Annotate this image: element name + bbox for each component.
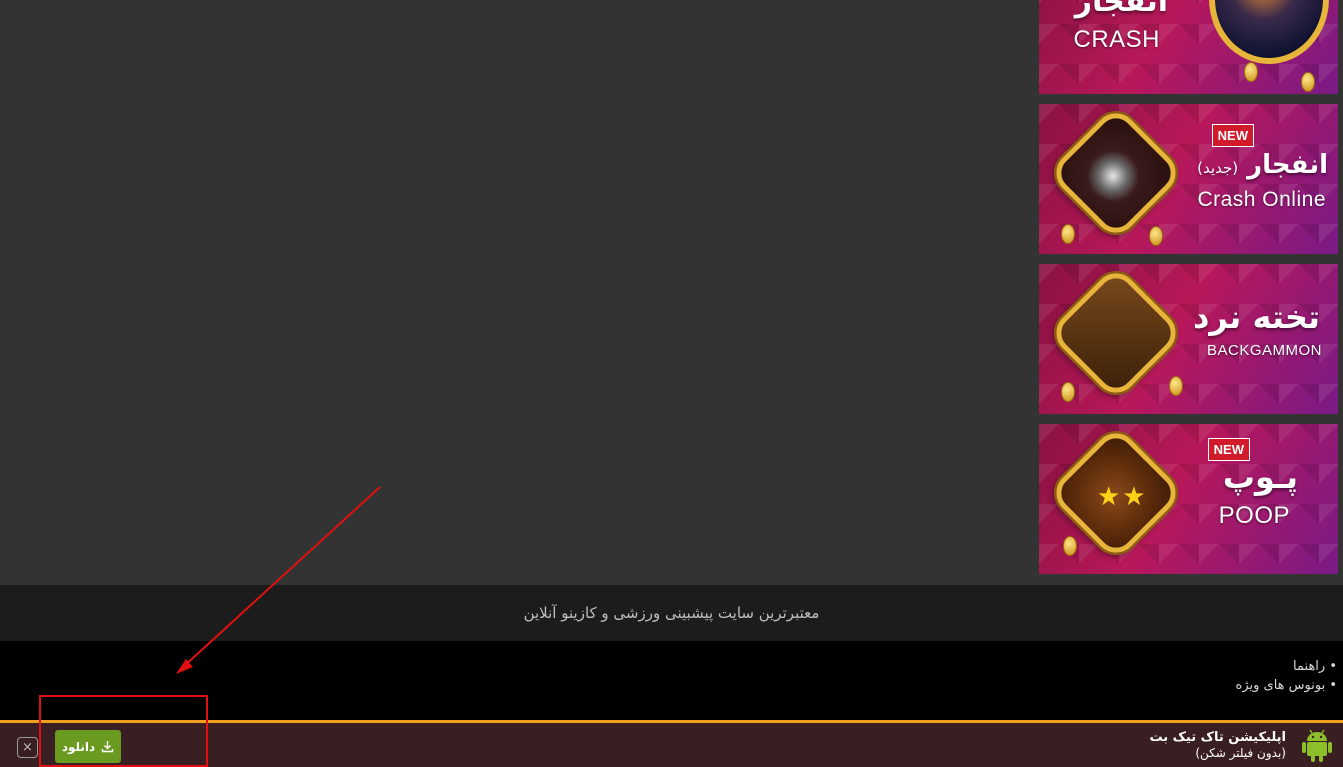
- new-badge: NEW: [1211, 124, 1254, 147]
- android-icon: [1302, 729, 1332, 762]
- star-eyes-icon: ★★: [1097, 482, 1148, 512]
- banner-subtitle-fa: (جدید): [1197, 159, 1239, 177]
- game-banner-crash-online[interactable]: NEW انفجار (جدید) Crash Online: [1039, 104, 1338, 254]
- footer-link-guide[interactable]: • راهنما: [1236, 657, 1337, 676]
- banner-title-fa: تخته نرد: [1192, 298, 1320, 336]
- banner-title-en: BACKGAMMON: [1206, 342, 1322, 359]
- banner-title-en: Crash Online: [1197, 188, 1326, 211]
- footer-links: • راهنما • بونوس های ویژه: [1236, 657, 1337, 695]
- footer-tagline: معتبرترین سایت پیشبینی ورزشی و کازینو آن…: [523, 604, 820, 622]
- banner-title-fa: انفجار (جدید): [1197, 150, 1328, 180]
- coin-icon: [1063, 536, 1077, 556]
- coin-icon: [1061, 224, 1075, 244]
- game-banner-crash[interactable]: انفجار CRASH: [1039, 0, 1338, 94]
- app-info: اپلیکیشن تاک تیک بت (بدون فیلتر شکن): [1149, 730, 1286, 761]
- app-title: اپلیکیشن تاک تیک بت: [1149, 730, 1286, 745]
- bomb-icon: [1209, 0, 1329, 64]
- banner-title-en: CRASH: [1073, 26, 1160, 53]
- footer-links-section: • راهنما • بونوس های ویژه: [0, 641, 1343, 720]
- download-button[interactable]: دانلود: [55, 730, 121, 763]
- download-label: دانلود: [61, 739, 96, 754]
- coin-icon: [1061, 382, 1075, 402]
- app-subtitle: (بدون فیلتر شکن): [1195, 746, 1286, 760]
- game-banner-poop[interactable]: ★★ NEW پـوپ POOP: [1039, 424, 1338, 574]
- download-icon: [101, 741, 114, 753]
- banner-title-en: POOP: [1218, 502, 1290, 529]
- coin-icon: [1301, 72, 1315, 92]
- footer-tagline-bar: معتبرترین سایت پیشبینی ورزشی و کازینو آن…: [0, 585, 1343, 641]
- banner-title-fa: پـوپ: [1222, 458, 1298, 496]
- backgammon-board-icon: [1047, 264, 1185, 402]
- coin-icon: [1169, 376, 1183, 396]
- app-download-bar: اپلیکیشن تاک تیک بت (بدون فیلتر شکن) دان…: [0, 720, 1343, 767]
- time-bomb-icon: [1047, 104, 1185, 242]
- coin-icon: [1149, 226, 1163, 246]
- coin-icon: [1244, 62, 1258, 82]
- game-banner-backgammon[interactable]: تخته نرد BACKGAMMON: [1039, 264, 1338, 414]
- banner-title-fa: انفجار: [1074, 0, 1168, 19]
- main-content-area: انفجار CRASH NEW انفجار (جدید) Crash Onl…: [0, 0, 1343, 585]
- banner-title-fa-main: انفجار: [1247, 150, 1328, 180]
- footer-link-special-bonuses[interactable]: • بونوس های ویژه: [1236, 676, 1337, 695]
- close-icon[interactable]: ×: [17, 737, 38, 758]
